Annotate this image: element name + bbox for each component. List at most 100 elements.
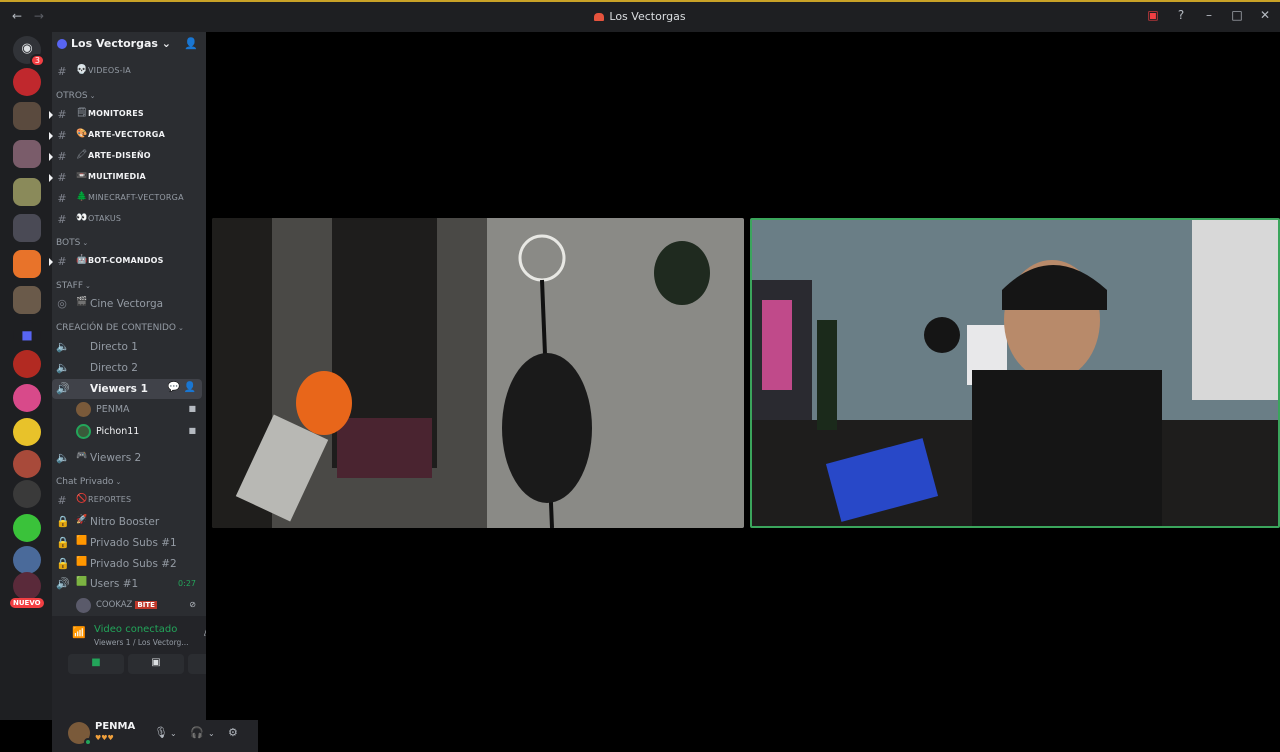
category-creacion-de-contenido[interactable]: CREACIÓN DE CONTENIDO ⌄: [56, 323, 184, 333]
channel-name: MULTIMEDIA: [88, 172, 146, 181]
channel-emoji: 🟩: [76, 577, 88, 587]
server-folder-icon[interactable]: [13, 214, 41, 242]
lock-icon: 🔒: [56, 557, 70, 570]
close-button[interactable]: ✕: [1258, 8, 1272, 22]
home-discord-icon[interactable]: ◉ 3: [13, 36, 45, 67]
add-member-icon[interactable]: 👤: [184, 37, 198, 50]
channel-cine-vectorga[interactable]: ◎ 🎬 Cine Vectorga: [52, 294, 206, 314]
add-member-icon[interactable]: 👤: [184, 382, 196, 393]
camera-icon: ■: [188, 404, 196, 413]
voice-location[interactable]: Viewers 1 / Los Vectorg...: [94, 638, 188, 647]
video-tile-penma[interactable]: [212, 218, 744, 528]
channel-name: Directo 1: [90, 341, 138, 353]
inbox-icon[interactable]: ▣: [1146, 8, 1160, 22]
speaker-icon: 🔊: [56, 577, 70, 590]
deafened-icon: ⊘: [189, 600, 196, 609]
channel-name: REPORTES: [88, 495, 132, 504]
chat-bubble-icon[interactable]: 💬: [168, 382, 180, 393]
hashtag-icon: #: [57, 108, 67, 121]
voice-user-cookaz[interactable]: COOKAZ BITE ⊘: [52, 596, 206, 616]
avatar[interactable]: [68, 722, 92, 746]
server-icon[interactable]: [13, 572, 41, 600]
voice-user-penma[interactable]: PENMA ■: [52, 400, 206, 420]
voice-channel-directo-2[interactable]: 🔈 Directo 2: [52, 358, 206, 378]
chevron-down-icon: ⌄: [82, 239, 89, 247]
voice-channel-directo-1[interactable]: 🔈 Directo 1: [52, 337, 206, 357]
channel-emoji: 👀: [76, 213, 88, 223]
camera-toggle-button[interactable]: ■: [68, 654, 124, 674]
video-feed: [752, 220, 1278, 526]
video-tile-pichon11[interactable]: [750, 218, 1280, 528]
voice-user-pichon11[interactable]: Pichon11 ■: [52, 422, 206, 442]
server-folder-icon[interactable]: [13, 286, 41, 314]
maximize-button[interactable]: □: [1230, 8, 1244, 22]
speaker-icon: 🔈: [56, 340, 70, 353]
voice-channel-nitro-booster[interactable]: 🔒 🚀 Nitro Booster: [52, 512, 206, 532]
channel-minecraft-vectorga[interactable]: # 🌲 MINECRAFT-VECTORGA: [52, 189, 206, 209]
server-boost-icon: [57, 39, 67, 49]
minimize-button[interactable]: –: [1202, 8, 1216, 22]
chevron-down-icon: ⌄: [178, 324, 184, 332]
channel-name: ARTE-DISEÑO: [88, 151, 151, 160]
folder-icon[interactable]: ■: [13, 322, 41, 350]
channel-emoji: 🟧: [76, 557, 88, 567]
server-folder-icon[interactable]: [13, 178, 41, 206]
unread-indicator: [49, 258, 53, 266]
server-header[interactable]: Los Vectorgas ⌄ 👤: [52, 32, 206, 58]
user-name: PENMA: [96, 404, 130, 415]
screen-share-button[interactable]: ▣: [128, 654, 184, 674]
channel-emoji: 🌲: [76, 192, 88, 202]
category-bots[interactable]: BOTS ⌄: [56, 238, 88, 248]
server-icon[interactable]: [13, 514, 41, 542]
category-staff[interactable]: STAFF ⌄: [56, 281, 91, 291]
voice-status[interactable]: Video conectado: [94, 624, 177, 635]
server-icon[interactable]: [13, 350, 41, 378]
channel-actions: 💬 👤: [168, 382, 196, 393]
headphones-icon[interactable]: 🎧: [190, 726, 204, 739]
hashtag-icon: #: [57, 494, 67, 507]
server-folder-icon[interactable]: [13, 102, 41, 130]
channel-emoji: 🚀: [76, 515, 88, 525]
category-label: CREACIÓN DE CONTENIDO: [56, 323, 177, 333]
chevron-down-icon[interactable]: ⌄: [170, 729, 177, 738]
server-icon[interactable]: [13, 546, 41, 574]
help-icon[interactable]: ?: [1174, 8, 1188, 22]
category-chat-privado[interactable]: Chat Privado ⌄: [56, 477, 121, 487]
voice-channel-viewers-2[interactable]: 🔈 🎮 Viewers 2: [52, 448, 206, 468]
server-icon[interactable]: [13, 250, 41, 278]
voice-channel-privado-subs-2[interactable]: 🔒 🟧 Privado Subs #2: [52, 554, 206, 574]
gear-icon[interactable]: ⚙: [228, 726, 238, 739]
channel-multimedia[interactable]: # 📼 MULTIMEDIA: [49, 168, 206, 188]
channel-arte-vectorga[interactable]: # 🎨 ARTE-VECTORGA: [49, 126, 206, 146]
voice-channel-viewers-1[interactable]: 🔊 Viewers 1 💬 👤: [52, 379, 202, 399]
microphone-icon[interactable]: 🎙: [154, 726, 168, 739]
category-label: BOTS: [56, 238, 81, 248]
signal-icon: 📶: [72, 626, 86, 639]
chevron-down-icon[interactable]: ⌄: [208, 729, 215, 738]
avatar: [76, 424, 91, 439]
server-icon[interactable]: [13, 450, 41, 478]
username: PENMA: [95, 721, 136, 732]
channel-reportes[interactable]: # 🚫 REPORTES: [52, 491, 206, 511]
server-icon[interactable]: [13, 480, 41, 508]
category-otros[interactable]: OTROS ⌄: [56, 91, 96, 101]
server-folder-icon[interactable]: [13, 140, 41, 168]
channel-arte-diseno[interactable]: # 🖍 ARTE-DISEÑO: [49, 147, 206, 167]
voice-channel-users-1[interactable]: 🔊 🟩 Users #1 0:27: [52, 574, 206, 594]
server-icon[interactable]: [13, 384, 41, 412]
server-icon[interactable]: [13, 418, 41, 446]
channel-bot-comandos[interactable]: # 🤖 BOT-COMANDOS: [49, 252, 206, 272]
channel-name: OTAKUS: [88, 214, 122, 223]
channel-videos-ia[interactable]: # 💀 VIDEOS-IA: [52, 62, 206, 82]
channel-name: ARTE-VECTORGA: [88, 130, 165, 139]
server-icon[interactable]: [13, 68, 41, 96]
unread-indicator: [49, 111, 53, 119]
channel-name: Directo 2: [90, 362, 138, 374]
chair: [502, 353, 592, 503]
server-name[interactable]: Los Vectorgas ⌄: [57, 37, 171, 50]
channel-otakus[interactable]: # 👀 OTAKUS: [52, 210, 206, 230]
category-label: OTROS: [56, 91, 88, 101]
category-label: STAFF: [56, 281, 84, 291]
channel-monitores[interactable]: # 🗒 MONITORES: [49, 105, 206, 125]
voice-channel-privado-subs-1[interactable]: 🔒 🟧 Privado Subs #1: [52, 533, 206, 553]
